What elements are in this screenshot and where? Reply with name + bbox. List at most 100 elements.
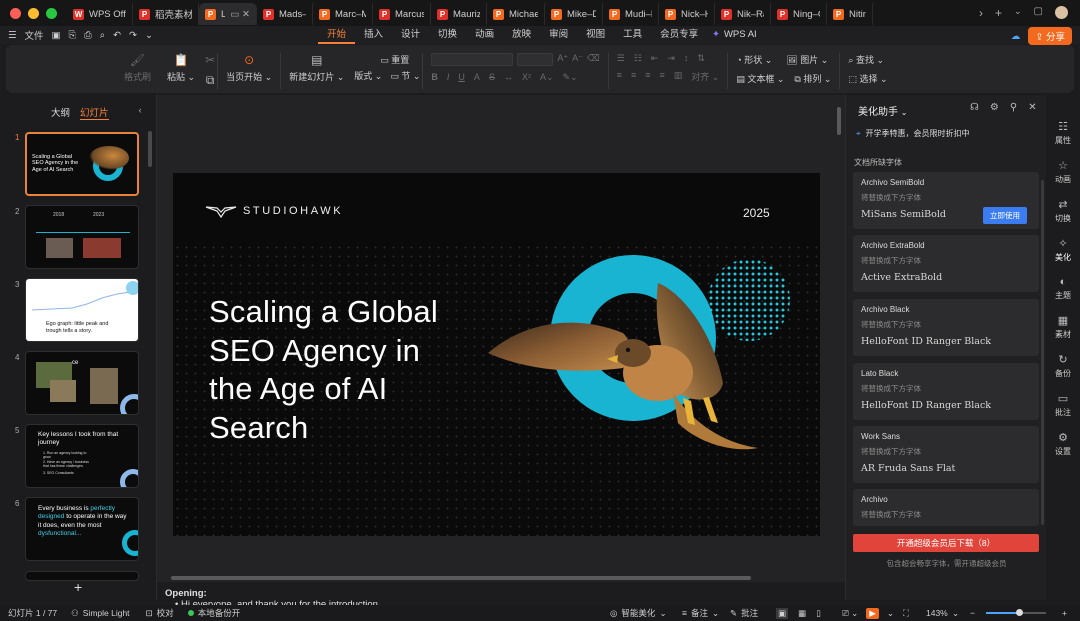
italic-icon[interactable]: I [447, 72, 450, 83]
add-slide-button[interactable]: + [74, 579, 82, 595]
ribbon-tab[interactable]: 切换 [429, 26, 466, 44]
canvas-vertical-scrollbar[interactable] [837, 107, 841, 135]
font-replace-card[interactable]: Lato Black 将替换成下方字体 HelloFont ID Ranger … [853, 363, 1039, 420]
zoom-slider[interactable] [986, 609, 1046, 616]
document-tab[interactable]: P Nitin–I [827, 3, 873, 25]
tab-scroll-right-icon[interactable]: › [979, 6, 983, 20]
print-preview-icon[interactable]: ⌕ [100, 30, 105, 41]
shadow-icon[interactable]: A [474, 72, 480, 83]
tab-outline[interactable]: 大纲 [51, 105, 70, 120]
underline-icon[interactable]: U [458, 72, 465, 83]
slide-sorter-icon[interactable]: ▦ [798, 608, 806, 619]
paste-button[interactable]: 📋 粘贴 ⌄ [159, 53, 203, 83]
document-tab[interactable]: P Nick–Hu [659, 3, 715, 25]
present-dropdown-icon[interactable]: ⎚ ⌄ [842, 608, 858, 619]
local-backup-status[interactable]: 本地备份开 [187, 607, 240, 619]
sidebar-item[interactable]: ↻ 备份 [1055, 353, 1071, 379]
align-right-icon[interactable]: ≡ [645, 70, 650, 83]
collapse-panel-icon[interactable]: ‹ [139, 105, 142, 120]
document-tab[interactable]: P Maurizio [431, 3, 487, 25]
slide-thumbnail-5[interactable]: Key lessons I took from that journey 1. … [25, 424, 139, 488]
panel-title-chevron-icon[interactable]: ⌄ [901, 108, 908, 117]
justify-icon[interactable]: ≡ [659, 70, 664, 83]
decrease-font-icon[interactable]: A⁻ [572, 53, 583, 66]
thumbnail-scrollbar[interactable] [148, 131, 152, 167]
zoom-slider-knob[interactable] [1016, 609, 1023, 616]
cloud-sync-icon[interactable]: ☁ [1011, 31, 1021, 42]
file-menu[interactable]: 文件 [25, 28, 44, 42]
slide-thumbnail-4[interactable]: ce [25, 351, 139, 415]
proofread-button[interactable]: ⊡ 校对 [146, 607, 174, 619]
zoom-dropdown-icon[interactable]: ⌄ [952, 608, 959, 619]
sidebar-item[interactable]: ☆ 动画 [1055, 159, 1071, 185]
upgrade-download-button[interactable]: 开通超级会员后下载（8） [853, 534, 1039, 552]
slide-thumbnail-6[interactable]: Every business is perfectly designed to … [25, 497, 139, 561]
tab-menu-chevron-icon[interactable]: ⌄ [1014, 6, 1022, 20]
find-button[interactable]: ⌕ 查找 ⌄ [848, 53, 884, 66]
line-spacing-icon[interactable]: ↕ [684, 53, 689, 64]
fit-window-icon[interactable]: ⛶ [903, 608, 909, 619]
document-tab[interactable]: P Michael– [487, 3, 545, 25]
document-tab[interactable]: P La ▭ ✕ [199, 3, 257, 25]
font-replace-card[interactable]: Archivo Black 将替换成下方字体 HelloFont ID Rang… [853, 299, 1039, 356]
document-tab[interactable]: P Mads–Si [257, 3, 313, 25]
superscript-icon[interactable]: X² [522, 72, 531, 83]
copy-icon[interactable]: ⧉ [206, 73, 215, 87]
document-tab[interactable]: P Mike–De [545, 3, 603, 25]
ribbon-tab[interactable]: 插入 [355, 26, 392, 44]
document-tab[interactable]: P Nik–Rang [715, 3, 771, 25]
font-replace-card[interactable]: Work Sans 将替换成下方字体 AR Fruda Sans Flat [853, 426, 1039, 483]
more-chevron-icon[interactable]: ⌄ [145, 30, 153, 41]
bullet-list-icon[interactable]: ☰ [617, 53, 625, 64]
slide-thumbnail-1[interactable]: Scaling a Global SEO Agency in the Age o… [25, 132, 139, 196]
redo-icon[interactable]: ↷ [129, 30, 137, 41]
new-tab-icon[interactable]: + [995, 6, 1002, 20]
ribbon-tab[interactable]: 开始 [318, 26, 356, 44]
sidebar-item[interactable]: ⚙ 设置 [1055, 431, 1071, 457]
align-button[interactable]: 对齐 ⌄ [691, 70, 719, 83]
sidebar-item[interactable]: ◐ 主题 [1055, 276, 1071, 301]
cut-icon[interactable]: ✂ [205, 53, 215, 67]
slide-thumbnail-3[interactable]: Ego graph: little peak and trough tells … [25, 278, 139, 342]
settings-icon[interactable]: ⚙ [990, 102, 999, 113]
ribbon-tab[interactable]: 审阅 [540, 26, 577, 44]
undo-icon[interactable]: ↶ [113, 30, 121, 41]
align-left-icon[interactable]: ≡ [617, 70, 622, 83]
columns-icon[interactable]: ▥ [674, 70, 683, 83]
section-button[interactable]: ▭ 节 ⌄ [390, 69, 420, 82]
sidebar-item[interactable]: ▭ 批注 [1055, 392, 1071, 418]
reset-button[interactable]: ▭ 重置 [354, 53, 409, 66]
layout-button[interactable]: 版式 ⌄ [354, 69, 382, 82]
textbox-button[interactable]: ▤ 文本框 ⌄ [736, 72, 784, 85]
theme-button[interactable]: ⚇ Simple Light [71, 608, 129, 619]
bold-icon[interactable]: B [431, 72, 438, 83]
sidebar-item[interactable]: ⇄ 切换 [1055, 198, 1071, 224]
promo-banner[interactable]: ⌖ 开学季特惠，会员限时折扣中 [856, 128, 970, 139]
pin-icon[interactable]: ⚲ [1010, 102, 1017, 113]
speaker-notes[interactable]: Opening: • Hi everyone, and thank you fo… [157, 584, 845, 608]
zoom-window-button[interactable] [46, 7, 57, 19]
document-tab[interactable]: P Marc–Mc [313, 3, 373, 25]
zoom-level[interactable]: 143% [926, 608, 948, 618]
share-button[interactable]: ⇪ 分享 [1028, 27, 1072, 45]
text-direction-icon[interactable]: ⇅ [697, 53, 705, 64]
align-center-icon[interactable]: ≡ [631, 70, 636, 83]
close-icon[interactable]: ✕ [1028, 102, 1036, 113]
reading-view-icon[interactable]: ▯ [816, 608, 821, 619]
font-replace-card[interactable]: Archivo ExtraBold 将替换成下方字体 Active ExtraB… [853, 235, 1039, 292]
document-tab[interactable]: P Mudi–Ele [603, 3, 659, 25]
chevron-down-icon[interactable]: ⌄ [887, 608, 894, 619]
comments-toggle-button[interactable]: ✎ 批注 [730, 607, 758, 619]
increase-indent-icon[interactable]: ⇥ [667, 53, 675, 64]
slide-thumbnail-2[interactable]: 2018 2023 [25, 205, 139, 269]
sidebar-item[interactable]: ✧ 美化 [1055, 237, 1071, 263]
zoom-in-icon[interactable]: + [1062, 608, 1067, 618]
window-mode-icon[interactable]: ▢ [1034, 6, 1043, 20]
headset-icon[interactable]: ☊ [970, 102, 979, 113]
document-tab[interactable]: P Marcus–I [373, 3, 431, 25]
canvas-horizontal-scrollbar[interactable] [171, 576, 751, 580]
minimize-window-button[interactable] [28, 7, 39, 19]
normal-view-icon[interactable]: ▣ [776, 607, 789, 619]
new-slide-button[interactable]: ▤ 新建幻灯片 ⌄ [281, 53, 352, 83]
arrange-button[interactable]: ⧉ 排列 ⌄ [794, 72, 831, 85]
